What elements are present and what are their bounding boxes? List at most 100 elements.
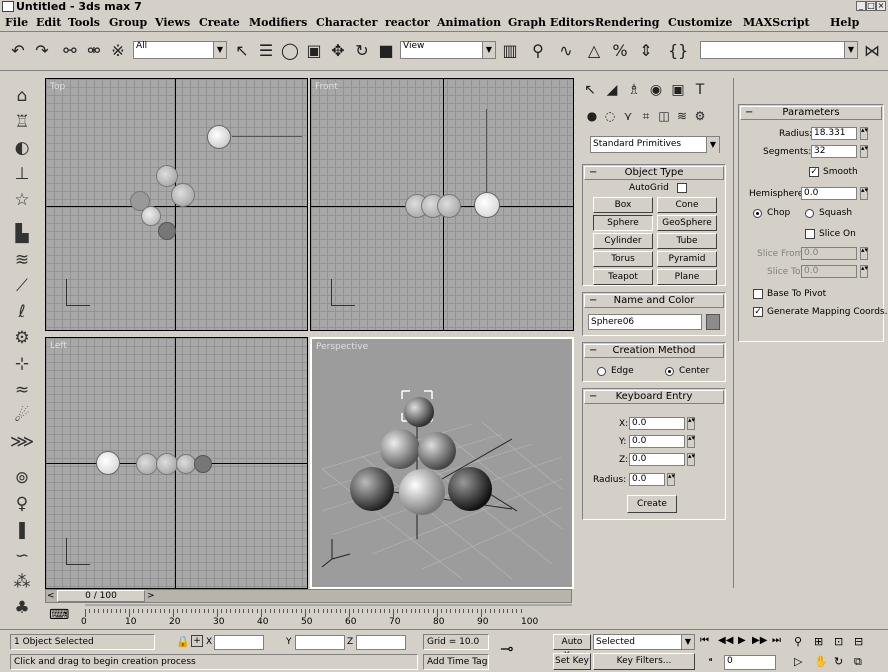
geometry-icon[interactable]: ● [582, 106, 602, 126]
z-coord-input[interactable] [356, 635, 406, 650]
utilities-tab-icon[interactable]: T [690, 80, 710, 100]
spinner-snap-icon[interactable]: ⇕ [636, 41, 656, 61]
sphere[interactable] [176, 454, 196, 474]
tube-button[interactable]: Tube [657, 233, 717, 249]
biped-icon[interactable]: ⊚ [10, 467, 34, 489]
footsteps-icon[interactable]: ⁂ [10, 571, 34, 593]
slice-on-checkbox[interactable] [805, 229, 815, 239]
select-manipulate-icon[interactable]: ⚲ [528, 41, 548, 61]
maximize-viewport-icon[interactable]: ⧉ [854, 655, 862, 669]
unlink-icon[interactable]: ⚮ [84, 41, 104, 61]
motion-tab-icon[interactable]: ◉ [646, 80, 666, 100]
menu-create[interactable]: Create [199, 16, 240, 29]
lights-icon[interactable]: ◐ [10, 137, 34, 159]
key-icon[interactable]: ⊸ [500, 639, 513, 658]
auto-key-button[interactable]: Auto Key [553, 634, 591, 661]
menu-help[interactable]: Help [830, 16, 859, 29]
lights-icon[interactable]: ⋎ [618, 106, 638, 126]
create-button[interactable]: Create [627, 495, 677, 513]
reference-coordinate-dropdown[interactable]: View ▼ [400, 41, 496, 59]
sphere[interactable] [437, 194, 461, 218]
menu-graph-editors[interactable]: Graph Editors [508, 16, 595, 29]
minimize-icon[interactable]: _ [856, 1, 866, 11]
key-filters-button[interactable]: Key Filters... [593, 653, 695, 670]
y-coord-input[interactable] [295, 635, 345, 650]
dynamics-icon[interactable]: ⚙ [10, 327, 34, 349]
particles-icon[interactable]: ≋ [10, 249, 34, 271]
slice-to-input[interactable]: 0.0 [801, 265, 857, 278]
sphere-selected[interactable] [474, 192, 500, 218]
sphere[interactable] [380, 429, 420, 469]
helpers-icon[interactable]: ☆ [10, 189, 34, 211]
geosphere-button[interactable]: GeoSphere [657, 215, 717, 231]
select-by-name-icon[interactable]: ☰ [256, 41, 276, 61]
menu-customize[interactable]: Customize [668, 16, 732, 29]
box-button[interactable]: Box [593, 197, 653, 213]
torus-button[interactable]: Torus [593, 251, 653, 267]
sphere[interactable] [399, 469, 445, 515]
undo-icon[interactable]: ↶ [8, 41, 28, 61]
chop-radio[interactable] [753, 209, 762, 218]
move-icon[interactable]: ✥ [328, 41, 348, 61]
base-to-pivot-checkbox[interactable] [753, 289, 763, 299]
patch-grids-icon[interactable]: ⟋ [10, 275, 34, 297]
sphere[interactable] [141, 206, 161, 226]
z-spinner[interactable]: ▴▾ [687, 453, 695, 466]
pan-icon[interactable]: ✋ [814, 655, 828, 668]
menu-maxscript[interactable]: MAXScript [743, 16, 810, 29]
hemisphere-spinner[interactable]: ▴▾ [860, 187, 868, 200]
mirror-icon[interactable]: ⋈ [862, 41, 882, 61]
sphere-button[interactable]: Sphere [593, 215, 653, 231]
sphere[interactable] [194, 455, 212, 473]
y-spinner[interactable]: ▴▾ [687, 435, 695, 448]
object-name-input[interactable]: Sphere06 [588, 314, 702, 330]
goto-end-icon[interactable]: ⏭ [772, 635, 781, 646]
percent-snap-icon[interactable]: % [610, 41, 630, 61]
systems-icon[interactable]: ⚙ [690, 106, 710, 126]
systems-icon[interactable]: ≈ [10, 379, 34, 401]
x-coord-input[interactable] [214, 635, 264, 650]
menu-file[interactable]: File [5, 16, 28, 29]
select-icon[interactable]: ↖ [232, 41, 252, 61]
next-key-icon[interactable]: ▶▶ [752, 635, 767, 646]
sphere[interactable] [418, 432, 456, 470]
display-tab-icon[interactable]: ▣ [668, 80, 688, 100]
smooth-checkbox[interactable]: ✓ [809, 167, 819, 177]
current-frame-input[interactable]: 0 [724, 655, 776, 670]
name-color-header[interactable]: − Name and Color [584, 294, 724, 308]
menu-modifiers[interactable]: Modifiers [249, 16, 307, 29]
radius-input[interactable]: 0.0 [629, 473, 665, 486]
sphere[interactable] [158, 222, 176, 240]
character-icon[interactable]: ♀ [10, 493, 34, 515]
create-tab-icon[interactable]: ↖ [580, 80, 600, 100]
window-crossing-icon[interactable]: ▣ [304, 41, 324, 61]
menu-animation[interactable]: Animation [437, 16, 501, 29]
scale-icon[interactable]: ■ [376, 41, 396, 61]
slice-from-input[interactable]: 0.0 [801, 247, 857, 260]
x-spinner[interactable]: ▴▾ [687, 417, 695, 430]
z-input[interactable]: 0.0 [629, 453, 685, 466]
bind-space-warp-icon[interactable]: ※ [108, 41, 128, 61]
teapot-button[interactable]: Teapot [593, 269, 653, 285]
menu-group[interactable]: Group [109, 16, 147, 29]
menu-views[interactable]: Views [155, 16, 190, 29]
snap-3d-icon[interactable]: ∿ [556, 41, 576, 61]
slice-to-spinner[interactable]: ▴▾ [860, 265, 868, 278]
helpers-icon[interactable]: ◫ [654, 106, 674, 126]
objects-icon[interactable]: ⌂ [10, 85, 34, 107]
prev-key-icon[interactable]: ◀◀ [718, 635, 733, 646]
menu-edit[interactable]: Edit [36, 16, 61, 29]
goto-start-icon[interactable]: ⏮ [700, 635, 709, 646]
sphere[interactable] [448, 467, 492, 511]
zoom-icon[interactable]: ⚲ [794, 635, 802, 648]
space-warps-icon[interactable]: ≋ [672, 106, 692, 126]
prev-frame-icon[interactable]: < [47, 590, 57, 602]
arc-rotate-icon[interactable]: ↻ [834, 655, 843, 668]
zoom-extents-all-icon[interactable]: ⊟ [854, 635, 863, 648]
sphere-selected[interactable] [404, 397, 434, 427]
creation-method-header[interactable]: − Creation Method [584, 344, 724, 358]
autogrid-checkbox[interactable] [677, 183, 687, 193]
category-dropdown[interactable]: Standard Primitives ▼ [590, 136, 720, 153]
segments-input[interactable]: 32 [811, 145, 857, 158]
hair-icon[interactable]: ∽ [10, 545, 34, 567]
